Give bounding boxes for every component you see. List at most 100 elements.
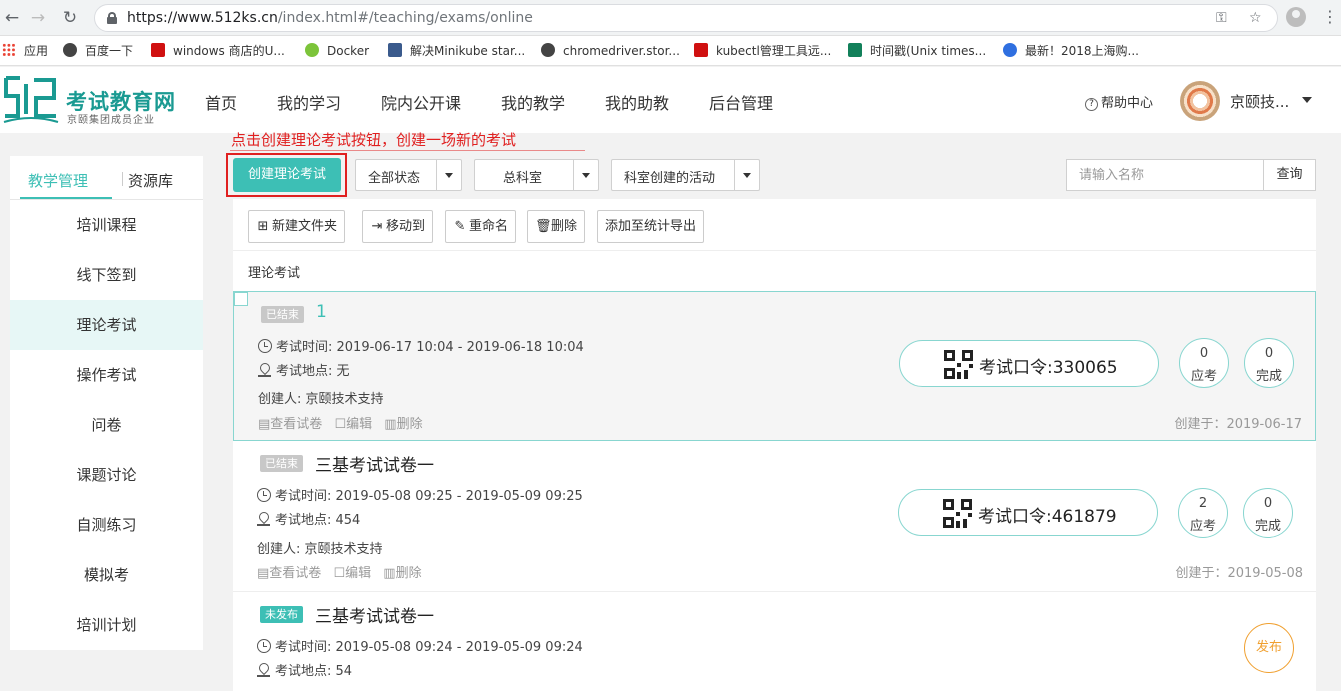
nav-my-assistant[interactable]: 我的助教 (605, 90, 669, 114)
help-label: 帮助中心 (1101, 96, 1154, 111)
bookmark-label: 解决Minikube star... (410, 44, 526, 58)
logo-subtitle: 京颐集团成员企业 (67, 115, 155, 126)
activity-filter-select[interactable]: 科室创建的活动 (611, 159, 760, 191)
button-label: 新建文件夹 (272, 219, 338, 234)
new-folder-button[interactable]: ⊞ 新建文件夹 (248, 210, 346, 243)
completed-count[interactable]: 0 完成 (1244, 338, 1294, 388)
bookmark-item[interactable]: 解决Minikube star... (388, 43, 525, 59)
exam-location: 考试地点: 54 (257, 660, 352, 679)
nav-my-teaching[interactable]: 我的教学 (501, 90, 565, 114)
sidebar-item-theory-exam[interactable]: 理论考试 (10, 300, 203, 350)
bookmark-item[interactable]: Docker (305, 43, 369, 59)
sidebar-item-questionnaire[interactable]: 问卷 (10, 400, 203, 450)
key-icon[interactable]: ⚿ (1216, 10, 1227, 26)
exam-card[interactable]: 已结束 1 考试时间: 2019-06-17 10:04 - 2019-06-1… (233, 291, 1316, 441)
pencil-icon: ✎ (454, 219, 466, 234)
nav-home[interactable]: 首页 (205, 90, 237, 114)
exam-title[interactable]: 三基考试试卷一 (315, 602, 434, 627)
sidebar-item-training-course[interactable]: 培训课程 (10, 200, 203, 250)
exam-location-text: 考试地点: 454 (275, 513, 361, 528)
delete-button[interactable]: 🗑删除 (527, 210, 586, 243)
bookmark-item[interactable]: 最新！2018上海购... (1003, 43, 1139, 59)
exam-card[interactable]: 已结束 三基考试试卷一 考试时间: 2019-05-08 09:25 - 201… (233, 441, 1316, 591)
tab-teaching-management[interactable]: 教学管理 (28, 170, 88, 191)
caret-down-icon (436, 160, 461, 190)
exam-title[interactable]: 三基考试试卷一 (315, 451, 434, 476)
sidebar-item-practical-exam[interactable]: 操作考试 (10, 350, 203, 400)
avatar[interactable] (1180, 81, 1220, 121)
nav-open-course[interactable]: 院内公开课 (381, 90, 461, 114)
forward-arrow-icon[interactable]: → (26, 6, 50, 30)
bookmark-label: kubectl管理工具远... (716, 44, 832, 58)
tab-resource-library[interactable]: 资源库 (128, 170, 173, 191)
exam-code-pill[interactable]: 考试口令:330065 (899, 340, 1159, 387)
edit-link[interactable]: ☐编辑 (334, 417, 372, 432)
exam-location: 考试地点: 无 (258, 360, 350, 379)
department-filter-select[interactable]: 总科室 (474, 159, 599, 191)
exam-card[interactable]: 未发布 三基考试试卷一 考试时间: 2019-05-08 09:24 - 201… (233, 591, 1316, 691)
move-to-button[interactable]: ⇥ 移动到 (362, 210, 434, 243)
menu-dots-icon[interactable]: ⋮ (1322, 7, 1338, 26)
profile-icon[interactable] (1286, 7, 1306, 27)
bookmark-label: Docker (327, 44, 370, 58)
lock-icon (107, 12, 117, 24)
bookmark-apps[interactable]: 应用 (2, 43, 48, 59)
create-theory-exam-button[interactable]: 创建理论考试 (233, 158, 341, 192)
document-icon: ▤ (258, 417, 271, 432)
nav-admin[interactable]: 后台管理 (709, 90, 773, 114)
caret-down-icon[interactable] (1302, 97, 1312, 103)
sidebar: 教学管理 资源库 培训课程 线下签到 理论考试 操作考试 问卷 课题讨论 自测练… (10, 156, 203, 650)
rename-button[interactable]: ✎ 重命名 (445, 210, 517, 243)
publish-button[interactable]: 发布 (1244, 623, 1294, 673)
sidebar-item-training-plan[interactable]: 培训计划 (10, 600, 203, 650)
search-button[interactable]: 查询 (1263, 159, 1316, 191)
action-label: 查看试卷 (269, 566, 322, 581)
expected-count[interactable]: 0 应考 (1179, 338, 1229, 388)
folder-plus-icon: ⊞ (257, 219, 269, 234)
baidu-paw-icon (1003, 43, 1017, 57)
qr-code-icon (943, 499, 972, 528)
nav-my-learning[interactable]: 我的学习 (277, 90, 341, 114)
edit-link[interactable]: ☐编辑 (333, 566, 371, 581)
search-input[interactable] (1066, 159, 1264, 191)
clock-icon (257, 488, 271, 502)
delete-link[interactable]: ▥删除 (383, 566, 421, 581)
url-host: https://www.512ks.cn (127, 10, 278, 26)
url-path: /index.html#/teaching/exams/online (277, 10, 533, 26)
user-name[interactable]: 京颐技... (1230, 91, 1289, 112)
expected-count[interactable]: 2 应考 (1178, 488, 1228, 538)
sidebar-item-discussion[interactable]: 课题讨论 (10, 450, 203, 500)
bookmark-item[interactable]: chromedriver.stor... (541, 43, 680, 59)
completed-number: 0 (1264, 346, 1274, 361)
status-filter-select[interactable]: 全部状态 (355, 159, 462, 191)
sidebar-item-mock-exam[interactable]: 模拟考 (10, 550, 203, 600)
bookmark-item[interactable]: kubectl管理工具远... (694, 43, 831, 59)
card-actions: ▤查看试卷 ☐编辑 ▥删除 (258, 413, 431, 432)
sidebar-item-self-test[interactable]: 自测练习 (10, 500, 203, 550)
bookmark-item[interactable]: 百度一下 (63, 43, 133, 59)
address-bar[interactable]: https://www.512ks.cn/index.html#/teachin… (94, 4, 1278, 32)
exam-title[interactable]: 1 (316, 302, 327, 322)
select-checkbox[interactable] (234, 292, 248, 306)
sidebar-item-offline-signin[interactable]: 线下签到 (10, 250, 203, 300)
trash-icon: ▥ (383, 566, 396, 581)
back-arrow-icon[interactable]: ← (0, 6, 24, 30)
browser-toolbar: ← → ↻ https://www.512ks.cn/index.html#/t… (0, 0, 1341, 36)
bookmark-label: windows 商店的U... (173, 44, 285, 58)
logo-512-icon[interactable] (2, 72, 60, 128)
trash-icon: ▥ (384, 417, 397, 432)
view-paper-link[interactable]: ▤查看试卷 (258, 417, 322, 432)
view-paper-link[interactable]: ▤查看试卷 (257, 566, 321, 581)
reload-icon[interactable]: ↻ (58, 6, 82, 30)
help-center-link[interactable]: ? 帮助中心 (1085, 92, 1153, 111)
expected-label: 应考 (1190, 369, 1217, 384)
completed-count[interactable]: 0 完成 (1243, 488, 1293, 538)
action-label: 编辑 (346, 417, 373, 432)
delete-link[interactable]: ▥删除 (384, 417, 422, 432)
exam-code-pill[interactable]: 考试口令:461879 (898, 489, 1158, 536)
add-to-stats-export-button[interactable]: 添加至统计导出 (597, 210, 705, 243)
bookmark-item[interactable]: 时间戳(Unix times... (848, 43, 986, 59)
star-icon[interactable]: ☆ (1249, 10, 1262, 26)
divider (233, 250, 1316, 251)
bookmark-item[interactable]: windows 商店的U... (151, 43, 285, 59)
